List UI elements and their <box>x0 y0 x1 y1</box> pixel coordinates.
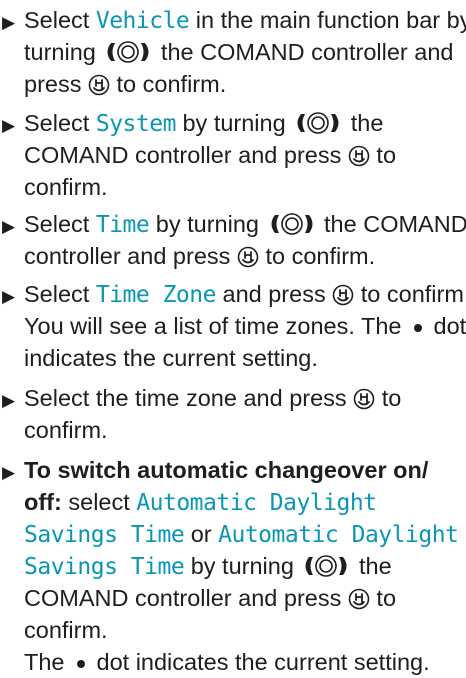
text: turning <box>24 39 102 65</box>
text: Select <box>24 110 96 136</box>
press-confirm-icon <box>353 388 375 410</box>
menu-term-system: System <box>96 111 176 137</box>
text: Select <box>24 7 96 33</box>
text: controller and press <box>24 243 237 269</box>
text: the COMAND <box>318 211 466 237</box>
text: by turning <box>184 553 300 579</box>
instruction-step-1: ▶Select Vehicle in the main function bar… <box>2 4 464 100</box>
text: to <box>370 585 396 611</box>
text: press <box>24 71 88 97</box>
text: dot indicates the current setting. <box>97 649 430 675</box>
press-confirm-icon <box>332 284 354 306</box>
menu-term-savings-time: Savings Time <box>24 522 184 548</box>
controller-turn-icon <box>300 554 352 578</box>
controller-turn-icon <box>102 40 154 64</box>
text: the <box>344 110 383 136</box>
text: the COMAND controller and <box>154 39 453 65</box>
text: in the main function bar by <box>189 7 466 33</box>
instruction-step-6: ▶To switch automatic changeover on/ off:… <box>2 454 464 678</box>
menu-term-time: Time <box>96 212 149 238</box>
text: confirm. <box>24 174 108 200</box>
text: confirm. <box>24 417 108 443</box>
text: Select <box>24 281 96 307</box>
press-confirm-icon <box>348 588 370 610</box>
controller-turn-icon <box>266 212 318 236</box>
text: You will see a list of time zones. The <box>24 313 402 339</box>
press-confirm-icon <box>348 145 370 167</box>
controller-turn-icon <box>292 111 344 135</box>
text: The <box>24 649 65 675</box>
instruction-step-4: ▶Select Time Zone and press to confirm. … <box>2 278 464 374</box>
text: dot <box>434 313 466 339</box>
text: or <box>184 521 218 547</box>
press-confirm-icon <box>88 74 110 96</box>
selection-dot-icon <box>414 324 422 332</box>
bullet-triangle-icon: ▶ <box>2 110 24 142</box>
instruction-step-3: ▶Select Time by turning the COMAND contr… <box>2 208 464 272</box>
text: to <box>375 385 401 411</box>
bullet-triangle-icon: ▶ <box>2 457 24 489</box>
bullet-triangle-icon: ▶ <box>2 7 24 39</box>
text: the <box>352 553 391 579</box>
text: to <box>370 142 396 168</box>
text: to confirm. <box>354 281 466 307</box>
text: select <box>62 489 136 515</box>
menu-term-automatic-daylight: Automatic Daylight <box>136 490 376 516</box>
bullet-triangle-icon: ▶ <box>2 385 24 417</box>
text: COMAND controller and press <box>24 142 348 168</box>
text: and press <box>216 281 332 307</box>
bold-heading: To switch automatic changeover on/ <box>24 457 428 483</box>
menu-term-savings-time: Savings Time <box>24 554 184 580</box>
press-confirm-icon <box>237 246 259 268</box>
bullet-triangle-icon: ▶ <box>2 281 24 313</box>
menu-term-vehicle: Vehicle <box>96 8 189 34</box>
text: Select the time zone and press <box>24 385 353 411</box>
text: to confirm. <box>259 243 375 269</box>
text: by turning <box>176 110 292 136</box>
text: to confirm. <box>110 71 226 97</box>
menu-term-time-zone: Time Zone <box>96 282 216 308</box>
bold-heading: off: <box>24 489 62 515</box>
instruction-step-5: ▶Select the time zone and press to confi… <box>2 382 464 446</box>
manual-page: { "step1": { "l1_a": "Select ", "l1_term… <box>0 0 466 664</box>
text: by turning <box>149 211 265 237</box>
text: Select <box>24 211 96 237</box>
bullet-triangle-icon: ▶ <box>2 211 24 243</box>
text: confirm. <box>24 617 108 643</box>
text: COMAND controller and press <box>24 585 348 611</box>
menu-term-automatic-daylight: Automatic Daylight <box>218 522 458 548</box>
instruction-step-2: ▶Select System by turning the COMAND con… <box>2 107 464 203</box>
text: indicates the current setting. <box>24 345 318 371</box>
